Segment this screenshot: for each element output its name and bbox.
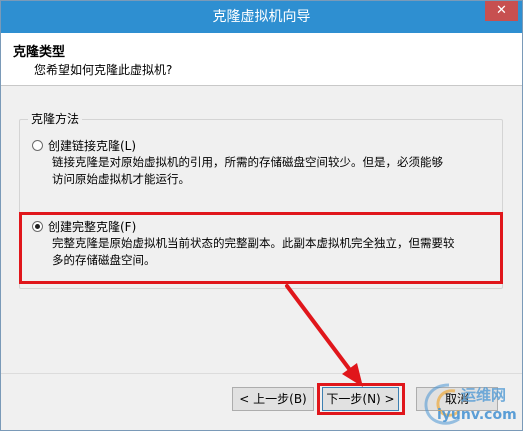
watermark-logo: 运维网 iyunv.com xyxy=(419,379,519,429)
wizard-header: 克隆类型 您希望如何克隆此虚拟机? xyxy=(1,33,522,86)
title-bar: 克隆虚拟机向导 ✕ xyxy=(1,1,522,33)
annotation-highlight-full-clone xyxy=(19,212,503,284)
linked-clone-description-line-1: 链接克隆是对原始虚拟机的引用，所需的存储磁盘空间较少。但是，必须能够 xyxy=(52,155,443,169)
close-button[interactable]: ✕ xyxy=(485,1,518,21)
close-icon: ✕ xyxy=(496,3,507,18)
linked-clone-radio[interactable] xyxy=(32,140,43,151)
linked-clone-label[interactable]: 创建链接克隆(L) xyxy=(48,137,136,154)
watermark-text-cn: 运维网 xyxy=(461,386,507,404)
annotation-highlight-next-button xyxy=(317,383,405,415)
page-title: 克隆类型 xyxy=(13,45,66,60)
window-title: 克隆虚拟机向导 xyxy=(212,9,311,25)
annotation-arrow-shaft xyxy=(285,284,355,376)
footer-divider xyxy=(1,373,522,374)
clone-vm-wizard-window: 克隆虚拟机向导 ✕ 克隆类型 您希望如何克隆此虚拟机? 克隆方法 创建链接克隆(… xyxy=(0,0,523,431)
linked-clone-description-line-2: 访问原始虚拟机才能运行。 xyxy=(52,172,190,186)
clone-method-group-label: 克隆方法 xyxy=(28,110,83,127)
watermark-text-domain: iyunv.com xyxy=(437,407,517,423)
page-subtitle: 您希望如何克隆此虚拟机? xyxy=(34,63,173,77)
back-button[interactable]: < 上一步(B) xyxy=(232,387,314,411)
